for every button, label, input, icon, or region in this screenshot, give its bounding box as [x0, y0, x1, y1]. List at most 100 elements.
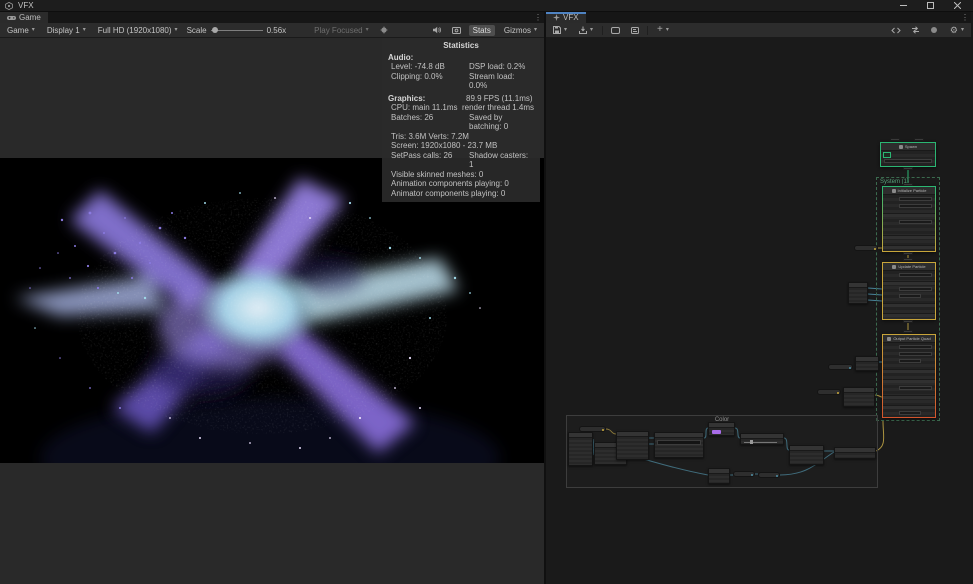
scale-slider[interactable]: Scale 0.56x [187, 26, 287, 35]
caret-down-icon: ▾ [564, 27, 567, 33]
flow-anchor[interactable] [903, 167, 913, 170]
property-pill[interactable] [854, 245, 878, 251]
save-button[interactable]: ▾ [550, 25, 570, 35]
caret-down-icon: ▾ [83, 27, 86, 33]
stat-animator: Animator components playing: 0 [388, 189, 534, 199]
scale-label: Scale [187, 26, 207, 35]
game-view[interactable]: Statistics Audio: Level: -74.8 dB DSP lo… [0, 38, 544, 584]
vfx-toolbar: ▾ ▾ + ▾ [546, 23, 971, 38]
gear-icon: ⚙ [950, 26, 958, 35]
maximize-icon[interactable] [919, 1, 941, 11]
scale-slider-track[interactable] [211, 30, 263, 31]
tab-vfx[interactable]: VFX [546, 12, 586, 23]
property-pill[interactable] [758, 472, 780, 478]
context-icon [899, 145, 903, 149]
context-update[interactable]: Update Particle [882, 262, 936, 320]
resolution-dropdown[interactable]: Full HD (1920x1080) ▾ [95, 25, 181, 36]
context-spawn[interactable]: Spawn [880, 142, 936, 167]
window-titlebar: VFX [0, 0, 973, 12]
flow-anchor[interactable] [903, 183, 913, 186]
caret-down-icon: ▾ [961, 27, 964, 33]
operator-node[interactable] [834, 447, 876, 459]
play-focused-dropdown[interactable]: Play Focused ▾ [311, 25, 371, 36]
refresh-icon[interactable] [909, 25, 922, 36]
display-dropdown[interactable]: Display 1 ▾ [44, 25, 89, 36]
flow-anchor[interactable] [890, 138, 900, 141]
unity-logo-icon [5, 2, 13, 10]
flow-anchor[interactable] [903, 258, 913, 261]
stat-anim: Animation components playing: 0 [388, 179, 534, 189]
context-icon [892, 189, 896, 193]
flow-anchor[interactable] [903, 252, 913, 255]
operator-node[interactable] [568, 432, 593, 466]
vfx-tabstrip: VFX ⋮ [546, 12, 971, 23]
context-output[interactable]: Output Particle Quad [882, 334, 936, 418]
game-pane-menu-icon[interactable]: ⋮ [532, 12, 544, 23]
caret-down-icon: ▾ [32, 27, 35, 33]
scale-value: 0.56x [267, 26, 287, 35]
vfx-graph-canvas[interactable]: System (1) Spawn Initialize Particle [546, 38, 971, 584]
operator-node[interactable] [843, 387, 875, 407]
operator-node[interactable] [855, 356, 879, 371]
context-initialize[interactable]: Initialize Particle [882, 186, 936, 252]
settings-dropdown[interactable]: ⚙ ▾ [947, 25, 967, 36]
operator-node[interactable] [848, 282, 868, 304]
caret-down-icon: ▾ [366, 27, 369, 33]
caret-down-icon: ▾ [590, 27, 593, 33]
gizmos-dropdown[interactable]: Gizmos ▾ [501, 25, 540, 36]
blackboard-toggle-icon[interactable] [609, 25, 622, 36]
compile-icon [579, 26, 587, 34]
stat-screen: Screen: 1920x1080 - 23.7 MB [388, 141, 534, 151]
scale-slider-knob[interactable] [212, 27, 218, 33]
statistics-panel: Statistics Audio: Level: -74.8 dB DSP lo… [382, 38, 540, 202]
flow-anchor[interactable] [903, 320, 913, 323]
close-icon[interactable] [946, 1, 968, 11]
attach-icon[interactable] [890, 25, 903, 36]
tab-game-label: Game [19, 13, 41, 22]
audio-clipping: Clipping: 0.0% [391, 72, 469, 91]
graphics-heading: Graphics: [388, 94, 466, 104]
operator-node[interactable] [789, 445, 824, 465]
flow-anchor[interactable] [914, 138, 924, 141]
game-tabstrip: Game ⋮ [0, 12, 544, 23]
context-icon [887, 337, 891, 341]
caret-down-icon: ▾ [666, 27, 669, 33]
target-icon[interactable] [928, 25, 941, 36]
stat-cpu: CPU: main 11.1ms render thread 1.4ms [388, 103, 534, 113]
minimize-icon[interactable] [892, 1, 914, 11]
screenshot-icon[interactable] [450, 25, 463, 36]
flow-anchor[interactable] [903, 330, 913, 333]
operator-node[interactable] [654, 432, 704, 458]
property-pill[interactable] [733, 471, 755, 477]
property-pill[interactable] [579, 426, 606, 432]
stat-batches: Batches: 26 [391, 113, 469, 132]
caret-down-icon: ▾ [534, 27, 537, 33]
stat-tris: Tris: 3.6M Verts: 7.2M [388, 132, 534, 142]
property-pill[interactable] [828, 364, 853, 370]
particle-effect [0, 158, 544, 463]
audio-level: Level: -74.8 dB [391, 62, 469, 72]
operator-node[interactable] [740, 433, 784, 445]
game-view-mode-dropdown[interactable]: Game ▾ [4, 25, 38, 36]
frame-debugger-icon[interactable] [378, 25, 391, 36]
caret-down-icon: ▾ [175, 27, 178, 33]
stat-skinned: Visible skinned meshes: 0 [388, 170, 534, 180]
context-icon [892, 265, 896, 269]
game-render [0, 158, 544, 463]
audio-stream: Stream load: 0.0% [469, 72, 534, 91]
add-node-button[interactable]: + ▾ [654, 25, 672, 35]
property-pill[interactable] [817, 389, 841, 395]
unity-window: VFX Game ⋮ Game ▾ [0, 0, 973, 584]
compile-button[interactable]: ▾ [576, 25, 596, 35]
vfx-control-toggle-icon[interactable] [628, 25, 641, 36]
stats-toggle[interactable]: Stats [469, 25, 495, 36]
spawn-block-tag [883, 152, 891, 158]
color-swatch[interactable] [712, 430, 721, 434]
operator-node[interactable] [708, 422, 735, 436]
operator-node[interactable] [708, 468, 730, 484]
vfx-pane-menu-icon[interactable]: ⋮ [959, 12, 971, 23]
operator-node[interactable] [616, 431, 649, 460]
tab-game[interactable]: Game [0, 12, 48, 23]
audio-dsp: DSP load: 0.2% [469, 62, 534, 72]
mute-audio-icon[interactable] [431, 25, 444, 36]
